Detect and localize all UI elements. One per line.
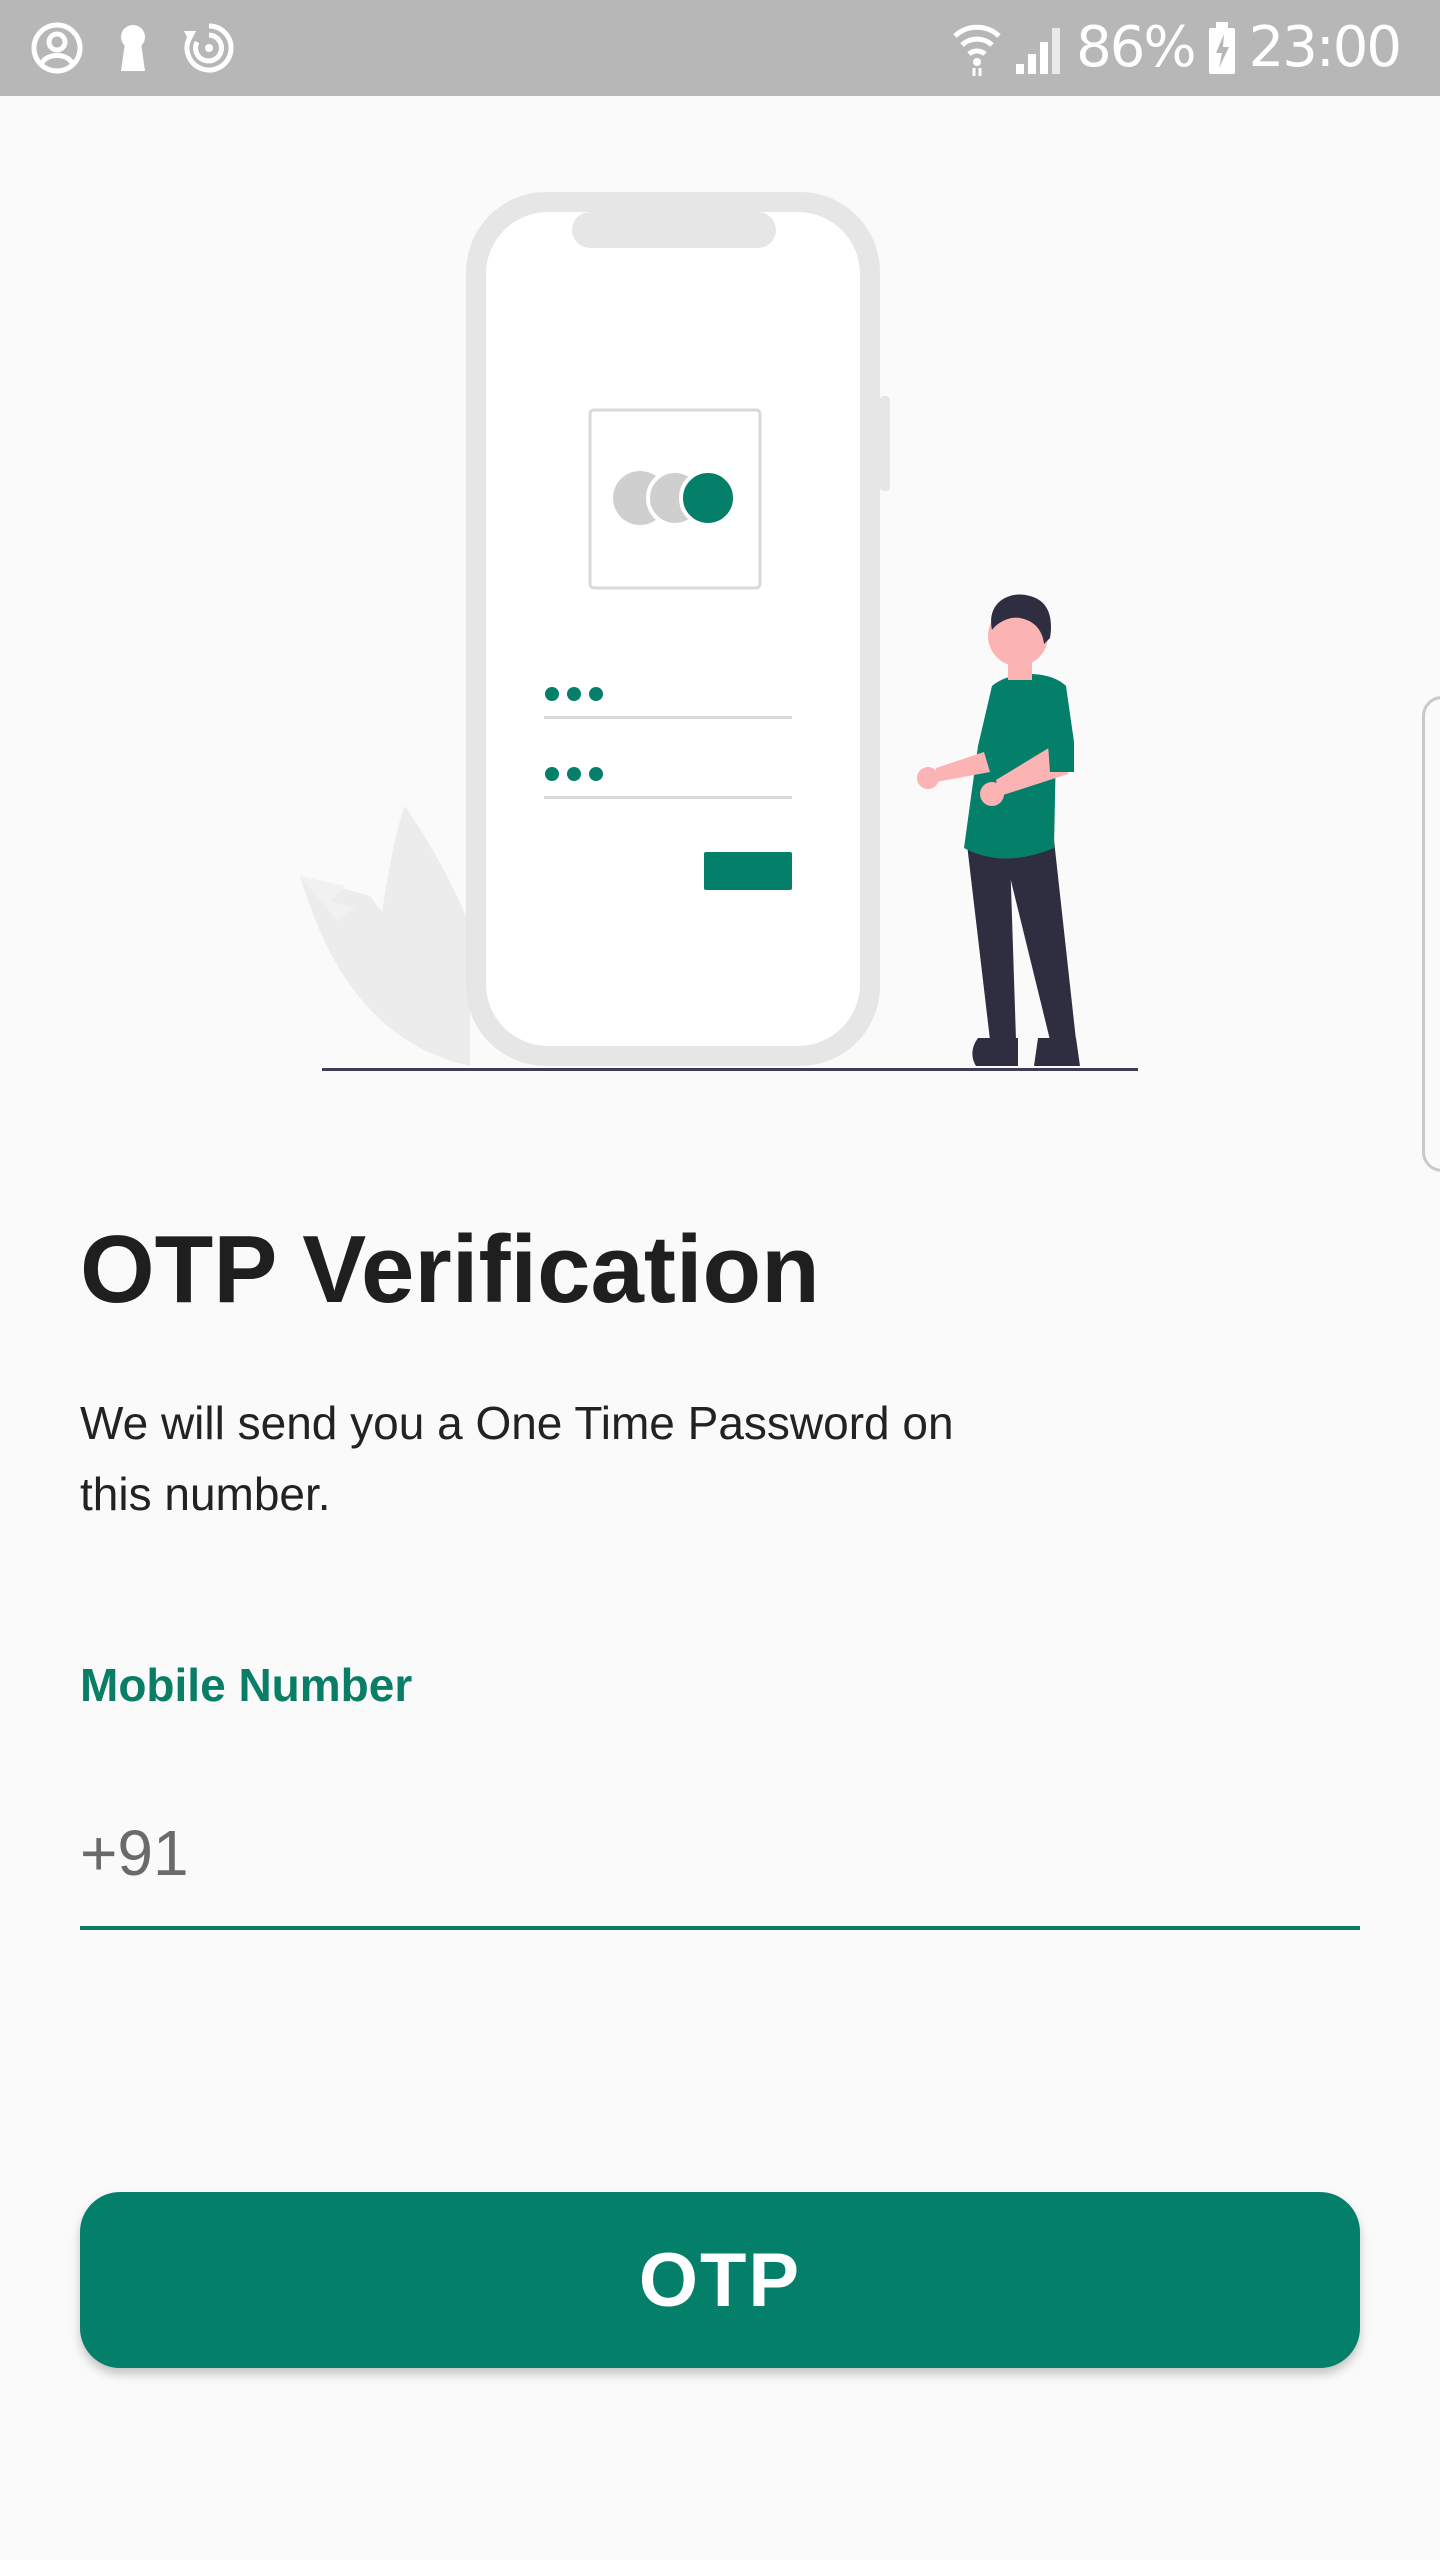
status-left-icons (30, 20, 236, 76)
phone-graphic (466, 192, 890, 1066)
phone-with-person-illustration (0, 96, 1440, 1172)
status-right: 86% 23:00 (952, 14, 1402, 82)
account-circle-icon (31, 22, 83, 74)
battery-percent: 86% (1076, 15, 1196, 80)
battery-charging-icon (1208, 22, 1235, 74)
ground-line (322, 1068, 1138, 1071)
status-bar: 86% 23:00 (0, 0, 1440, 96)
illustration-svg (300, 192, 1138, 1071)
page-title: OTP Verification (80, 1216, 820, 1323)
edge-panel-handle[interactable] (1422, 696, 1440, 1172)
keyhole-icon (121, 25, 145, 71)
mobile-number-label: Mobile Number (80, 1659, 413, 1711)
mobile-number-input[interactable] (80, 1780, 1360, 1930)
signal-icon (1016, 28, 1061, 74)
clock: 23:00 (1248, 15, 1402, 80)
leaf-decoration (300, 806, 470, 1066)
person-graphic (917, 594, 1080, 1066)
wifi-icon (953, 24, 1001, 76)
sync-icon (184, 23, 234, 73)
page-subtitle: We will send you a One Time Password on … (80, 1397, 954, 1520)
otp-button[interactable]: OTP (80, 2192, 1360, 2368)
